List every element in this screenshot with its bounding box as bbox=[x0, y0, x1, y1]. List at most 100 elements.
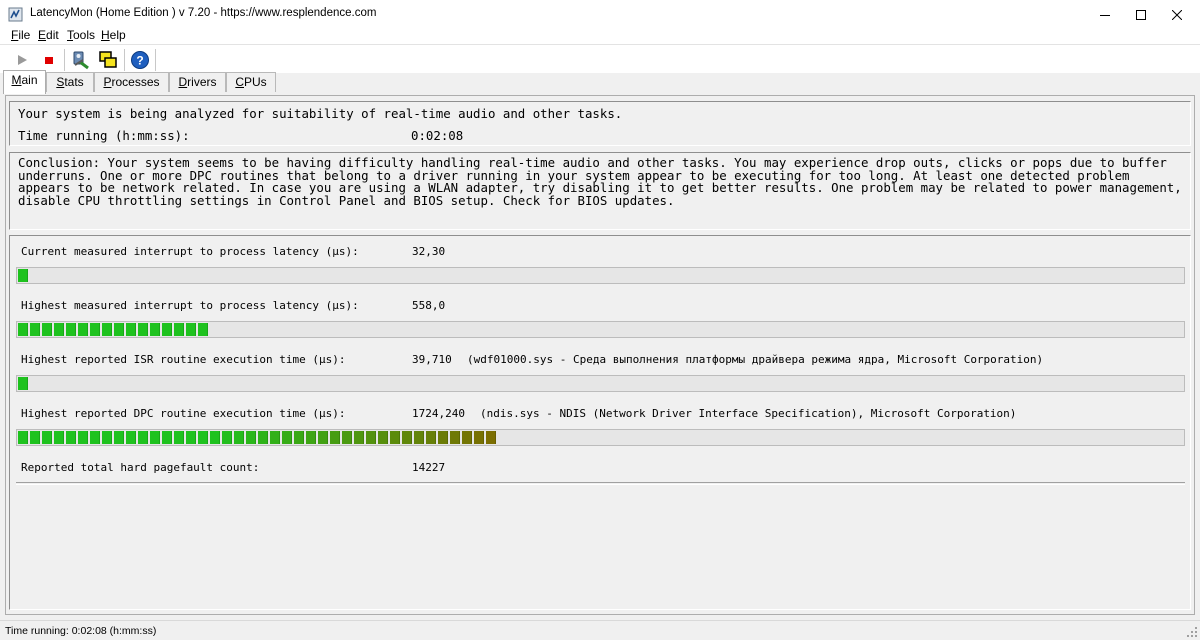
start-button[interactable] bbox=[11, 49, 33, 71]
menu-help-accel: H bbox=[101, 28, 110, 42]
tab-cpus[interactable]: CPUs bbox=[226, 72, 276, 92]
stop-icon bbox=[45, 57, 53, 64]
meter-fill bbox=[18, 431, 496, 444]
pagefault-divider bbox=[16, 482, 1185, 485]
isr-driver-text: (wdf01000.sys - Среда выполнения платфор… bbox=[467, 353, 1044, 366]
resize-grip-icon[interactable] bbox=[1186, 626, 1198, 638]
meter-segment bbox=[162, 431, 172, 444]
tab-drivers-label: rivers bbox=[187, 75, 217, 89]
tab-processes[interactable]: Processes bbox=[94, 72, 169, 92]
driver-icon bbox=[73, 51, 89, 70]
menu-edit-label: dit bbox=[46, 28, 59, 42]
meter-segment bbox=[342, 431, 352, 444]
tab-processes-label: rocesses bbox=[111, 75, 160, 89]
menu-help[interactable]: Help bbox=[101, 28, 126, 42]
tab-drivers[interactable]: Drivers bbox=[169, 72, 226, 92]
meter-segment bbox=[366, 431, 376, 444]
conclusion-text: Conclusion: Your system seems to be havi… bbox=[18, 155, 1182, 208]
meter-segment bbox=[186, 323, 196, 336]
dpc-time-value: 1724,240 bbox=[412, 407, 465, 420]
status-panel: Your system is being analyzed for suitab… bbox=[9, 101, 1191, 146]
window-title: LatencyMon (Home Edition ) v 7.20 - http… bbox=[30, 7, 377, 19]
meter-segment bbox=[330, 431, 340, 444]
highest-latency-label: Highest measured interrupt to process la… bbox=[21, 299, 359, 312]
windows-button[interactable] bbox=[97, 49, 119, 71]
menu-tools-label: ools bbox=[73, 28, 96, 42]
meter-segment bbox=[114, 323, 124, 336]
dpc-time-label: Highest reported DPC routine execution t… bbox=[21, 407, 346, 420]
status-bar: Time running: 0:02:08 (h:mm:ss) bbox=[0, 620, 1200, 640]
meter-segment bbox=[234, 431, 244, 444]
meter-fill bbox=[18, 377, 28, 390]
close-button[interactable] bbox=[1154, 0, 1200, 30]
toolbar-separator bbox=[64, 49, 65, 71]
meter-segment bbox=[438, 431, 448, 444]
meter-segment bbox=[78, 431, 88, 444]
meter-segment bbox=[102, 323, 112, 336]
meter-segment bbox=[294, 431, 304, 444]
meter-segment bbox=[54, 323, 64, 336]
current-latency-meter bbox=[16, 267, 1185, 284]
menu-file-label: ile bbox=[18, 28, 31, 42]
toolbar-separator bbox=[124, 49, 125, 71]
menu-tools[interactable]: Tools bbox=[67, 28, 95, 42]
meter-segment bbox=[282, 431, 292, 444]
meter-segment bbox=[126, 431, 136, 444]
meter-segment bbox=[174, 431, 184, 444]
meter-segment bbox=[138, 323, 148, 336]
windows-icon bbox=[99, 51, 117, 68]
meter-segment bbox=[246, 431, 256, 444]
time-running-label: Time running (h:mm:ss): bbox=[18, 128, 190, 143]
meter-segment bbox=[78, 323, 88, 336]
isr-time-meter bbox=[16, 375, 1185, 392]
meter-segment bbox=[318, 431, 328, 444]
time-running-value: 0:02:08 bbox=[411, 128, 464, 143]
meter-segment bbox=[198, 323, 208, 336]
meter-segment bbox=[462, 431, 472, 444]
meter-segment bbox=[306, 431, 316, 444]
meter-segment bbox=[270, 431, 280, 444]
highest-latency-value: 558,0 bbox=[412, 299, 446, 312]
conclusion-panel: Conclusion: Your system seems to be havi… bbox=[9, 152, 1191, 230]
isr-time-value: 39,710 bbox=[412, 353, 452, 366]
meter-segment bbox=[378, 431, 388, 444]
help-icon: ? bbox=[131, 51, 149, 69]
meter-segment bbox=[198, 431, 208, 444]
drivers-button[interactable] bbox=[70, 49, 92, 71]
tab-stats[interactable]: Stats bbox=[46, 72, 94, 92]
status-bar-text: Time running: 0:02:08 (h:mm:ss) bbox=[5, 625, 157, 637]
menu-bar: File Edit Tools Help bbox=[0, 28, 1200, 44]
toolbar-separator bbox=[155, 49, 156, 71]
meter-segment bbox=[222, 431, 232, 444]
meter-segment bbox=[150, 323, 160, 336]
meter-segment bbox=[42, 323, 52, 336]
tab-strip: Stats Processes Drivers CPUs bbox=[0, 72, 1200, 96]
meter-segment bbox=[114, 431, 124, 444]
meter-segment bbox=[174, 323, 184, 336]
toolbar: ? bbox=[0, 44, 1200, 73]
tab-stats-label: tats bbox=[64, 75, 84, 89]
tab-main[interactable]: Main bbox=[3, 70, 46, 94]
meter-segment bbox=[414, 431, 424, 444]
maximize-icon bbox=[1136, 10, 1146, 20]
metrics-panel: Current measured interrupt to process la… bbox=[9, 235, 1191, 610]
meter-segment bbox=[186, 431, 196, 444]
meter-fill bbox=[18, 323, 208, 336]
meter-segment bbox=[30, 323, 40, 336]
meter-segment bbox=[18, 377, 28, 390]
help-button[interactable]: ? bbox=[129, 49, 151, 71]
meter-segment bbox=[402, 431, 412, 444]
menu-edit-accel: E bbox=[38, 28, 47, 42]
meter-segment bbox=[126, 323, 136, 336]
meter-segment bbox=[30, 431, 40, 444]
tab-cpus-accel: C bbox=[235, 75, 244, 89]
menu-file[interactable]: File bbox=[11, 28, 30, 42]
meter-segment bbox=[474, 431, 484, 444]
meter-fill bbox=[18, 269, 28, 282]
meter-segment bbox=[54, 431, 64, 444]
meter-segment bbox=[390, 431, 400, 444]
menu-edit[interactable]: Edit bbox=[38, 28, 59, 42]
stop-button[interactable] bbox=[38, 49, 60, 71]
dpc-driver-text: (ndis.sys - NDIS (Network Driver Interfa… bbox=[480, 407, 1017, 420]
meter-segment bbox=[426, 431, 436, 444]
